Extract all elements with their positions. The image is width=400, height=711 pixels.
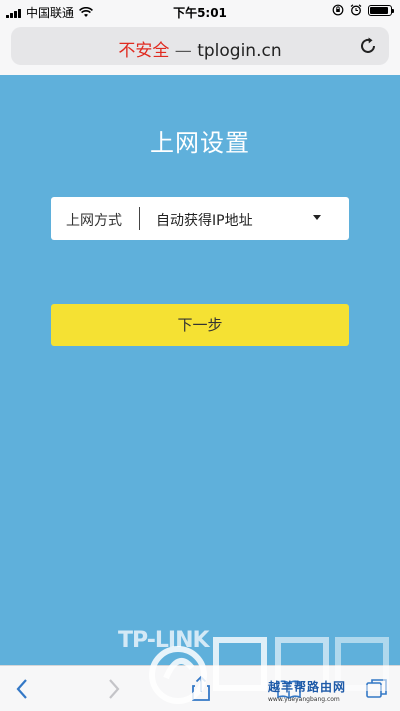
status-right [332, 4, 394, 16]
watermark-title: 越羊帮路由网 [268, 680, 347, 694]
share-icon[interactable] [186, 674, 216, 704]
router-setup-page: 上网设置 上网方式 自动获得IP地址 下一步 TP-LINK [0, 75, 400, 665]
back-icon[interactable] [8, 674, 38, 704]
tabs-icon[interactable] [362, 674, 392, 704]
rotation-lock-icon [332, 4, 344, 16]
insecure-warning: 不安全 [118, 41, 170, 61]
tp-link-logo: TP-LINK [118, 628, 210, 653]
url-separator: — [174, 41, 192, 61]
next-step-button[interactable]: 下一步 [51, 304, 349, 346]
address-area: 不安全 — tplogin.cn [0, 22, 400, 75]
reload-icon[interactable] [357, 35, 379, 57]
connection-type-label: 上网方式 [66, 213, 122, 229]
alarm-icon [350, 4, 362, 16]
connection-type-value: 自动获得IP地址 [156, 213, 253, 229]
battery-fill [370, 6, 388, 14]
url-host: tplogin.cn [197, 41, 282, 61]
watermark-url: www.yueyangbang.com [268, 696, 340, 703]
select-divider [139, 207, 140, 230]
battery-icon [368, 4, 394, 16]
connection-type-select[interactable]: 上网方式 自动获得IP地址 [51, 197, 349, 240]
url-display[interactable]: 不安全 — tplogin.cn [11, 36, 389, 61]
phone-screen: 中国联通 下午5:01 不安全 — tplogin.cn 上网设置 上网方式 自… [0, 0, 400, 711]
chevron-down-icon[interactable] [313, 215, 321, 220]
address-bar[interactable]: 不安全 — tplogin.cn [11, 27, 389, 65]
status-bar: 中国联通 下午5:01 [0, 0, 400, 22]
forward-icon[interactable] [98, 674, 128, 704]
page-title: 上网设置 [150, 129, 250, 157]
